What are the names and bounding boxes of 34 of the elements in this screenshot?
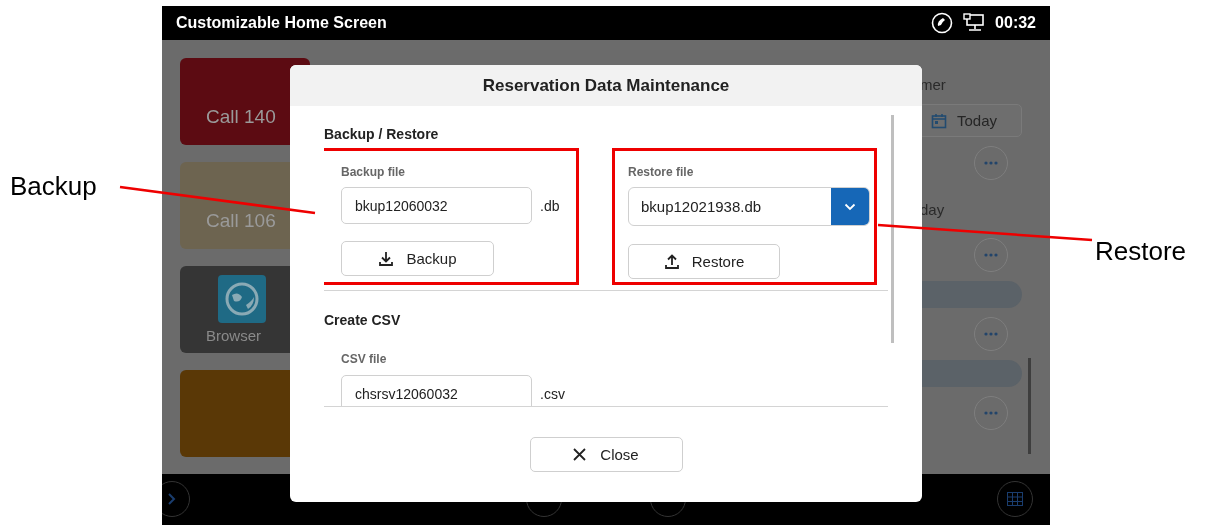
calendar-icon — [931, 112, 947, 129]
clock-time: 00:32 — [995, 14, 1036, 32]
restore-file-dropdown[interactable]: bkup12021938.db — [628, 187, 870, 226]
callout-label: Restore — [1095, 236, 1187, 267]
section-heading: Create CSV — [324, 313, 402, 327]
chevron-down-icon — [844, 202, 856, 211]
more-icon — [984, 332, 998, 336]
more-icon — [984, 411, 998, 415]
restore-button[interactable]: Restore — [628, 244, 780, 279]
chevron-right-icon — [168, 493, 176, 505]
field-label: Backup file — [341, 165, 407, 179]
backup-button[interactable]: Backup — [341, 241, 494, 276]
file-extension: .csv — [540, 385, 565, 402]
field-label: Restore file — [628, 165, 695, 179]
close-button[interactable]: Close — [529, 437, 683, 472]
dialog-title: Reservation Data Maintenance — [482, 75, 730, 96]
close-icon — [573, 448, 587, 461]
more-icon — [984, 161, 998, 165]
more-icon — [984, 253, 998, 257]
upload-icon — [663, 253, 680, 270]
screen-title: Customizable Home Screen — [176, 14, 387, 32]
globe-icon — [218, 275, 266, 323]
section-heading: Backup / Restore — [324, 127, 440, 141]
tile-label: Call 140 — [206, 105, 276, 128]
download-icon — [378, 250, 395, 267]
field-label: CSV file — [341, 352, 387, 366]
csv-file-field[interactable]: chsrsv12060032 — [341, 375, 532, 406]
grid-icon — [1007, 492, 1023, 506]
backup-file-field[interactable]: bkup12060032 — [341, 187, 532, 224]
callout-label: Backup — [10, 171, 97, 202]
tile-label: Browser — [206, 327, 261, 344]
network-icon — [963, 13, 986, 33]
tile-label: Call 106 — [206, 209, 276, 232]
file-extension: .db — [540, 197, 560, 214]
